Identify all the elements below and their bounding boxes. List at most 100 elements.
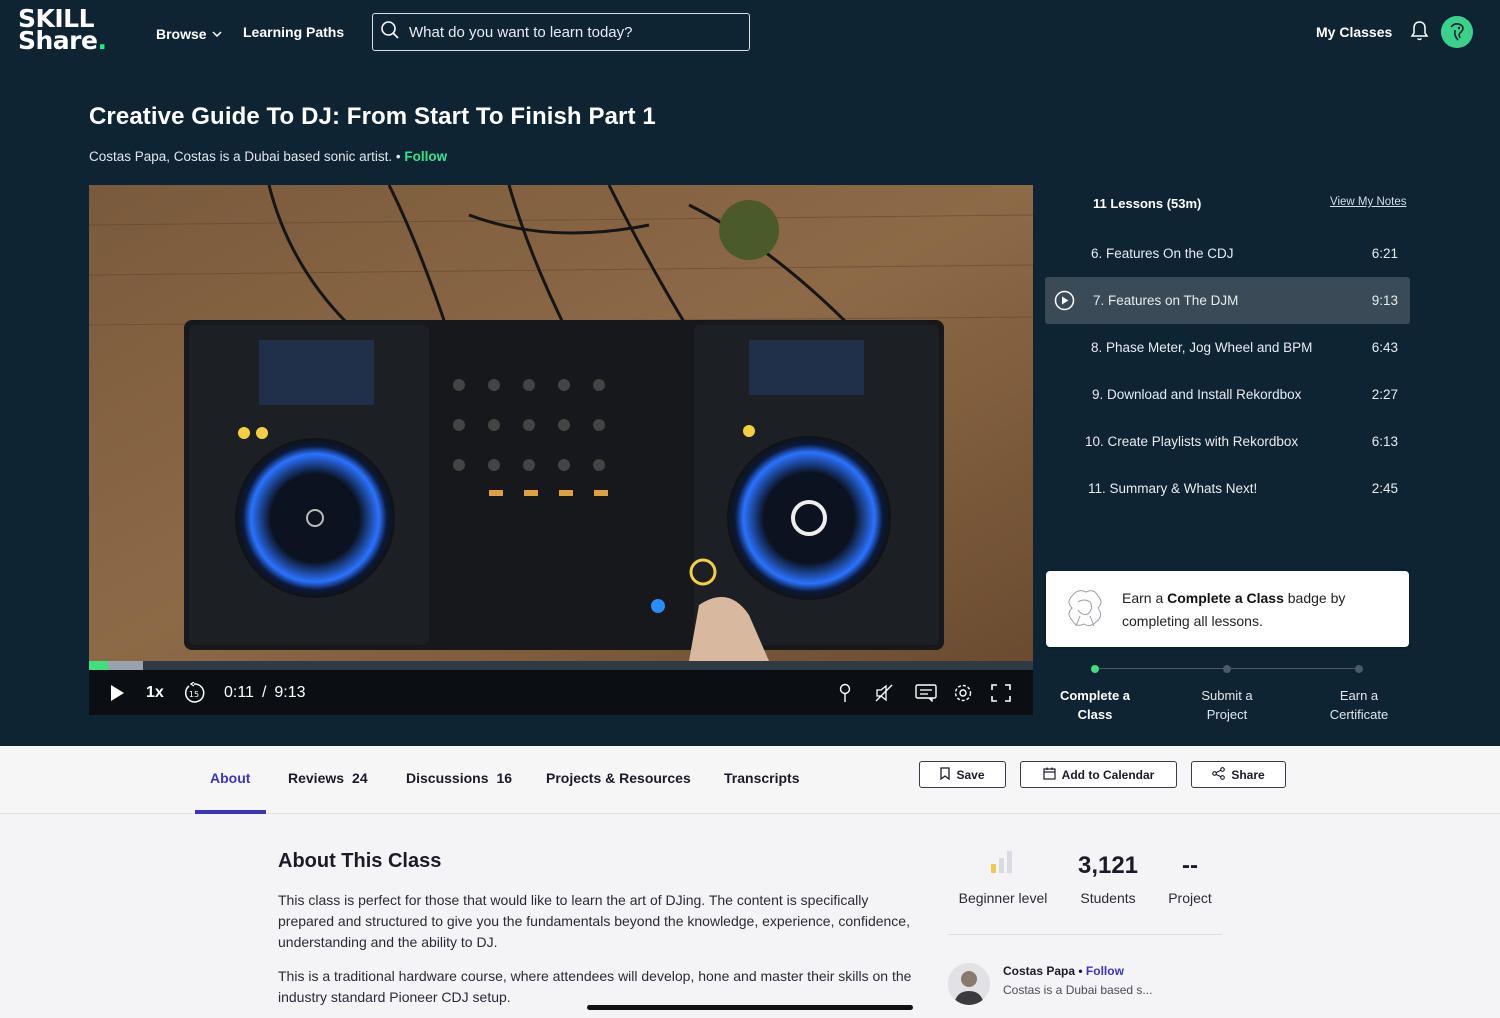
lesson-duration: 2:45 <box>1371 481 1398 496</box>
lesson-title: 6. Features On the CDJ <box>1091 246 1234 261</box>
step-line-2: Class <box>1077 707 1113 722</box>
lesson-title: 11. Summary & Whats Next! <box>1088 481 1258 496</box>
teacher-description: Costas is a Dubai based s... <box>1003 983 1153 997</box>
browse-menu[interactable]: Browse <box>156 24 222 42</box>
class-title: Creative Guide To DJ: From Start To Fini… <box>89 103 656 130</box>
project-label: Project <box>1168 890 1212 906</box>
settings-gear-icon[interactable] <box>953 670 973 715</box>
tab-discussions[interactable]: Discussions 16 <box>406 770 512 786</box>
lesson-item-active[interactable]: 7. Features on The DJM 9:13 <box>1045 277 1410 324</box>
teacher-name-row: Costas Papa • Follow <box>1003 964 1124 978</box>
play-circle-icon <box>1054 290 1075 314</box>
teacher-follow-link[interactable]: Follow <box>1086 964 1124 978</box>
rewind-15-icon[interactable]: 15 <box>183 670 205 715</box>
save-button[interactable]: Save <box>919 761 1006 788</box>
save-label: Save <box>956 767 985 782</box>
students-count: 3,121 <box>1077 852 1139 879</box>
my-classes-link[interactable]: My Classes <box>1316 24 1392 40</box>
tab-count: 16 <box>496 770 513 786</box>
lesson-duration: 2:27 <box>1371 387 1398 402</box>
badge-text-bold: Complete a Class <box>1167 590 1284 606</box>
fullscreen-icon[interactable] <box>991 670 1011 715</box>
share-button[interactable]: Share <box>1191 761 1286 788</box>
lesson-item[interactable]: 8. Phase Meter, Jog Wheel and BPM 6:43 <box>1045 324 1410 371</box>
lesson-duration: 6:13 <box>1371 434 1398 449</box>
active-tab-indicator <box>195 810 266 814</box>
share-label: Share <box>1231 767 1265 782</box>
step-earn-certificate: Earn a Certificate <box>1304 686 1414 724</box>
lesson-item[interactable]: 9. Download and Install Rekordbox 2:27 <box>1045 371 1410 418</box>
lesson-title: 8. Phase Meter, Jog Wheel and BPM <box>1091 340 1313 355</box>
play-icon[interactable] <box>109 670 125 715</box>
level-label: Beginner level <box>958 890 1048 906</box>
svg-text:15: 15 <box>189 690 199 699</box>
step-line-1: Earn a <box>1339 688 1379 703</box>
video-duration: 9:13 <box>274 683 306 701</box>
tab-projects-resources[interactable]: Projects & Resources <box>546 770 691 786</box>
share-icon <box>1212 766 1231 783</box>
badge-card: Earn a Complete a Class badge by complet… <box>1046 571 1409 647</box>
step-dot-project <box>1223 665 1231 673</box>
calendar-icon <box>1043 767 1062 783</box>
learning-paths-link[interactable]: Learning Paths <box>243 24 344 40</box>
step-line-1: Complete a <box>1059 688 1131 703</box>
step-line-1: Submit a <box>1201 688 1253 703</box>
teacher-byline: Costas Papa, Costas is a Dubai based son… <box>89 149 447 164</box>
lesson-item[interactable]: 11. Summary & Whats Next! 2:45 <box>1045 465 1410 512</box>
home-indicator <box>587 1005 913 1010</box>
view-my-notes-link[interactable]: View My Notes <box>1330 196 1406 208</box>
lesson-title: 7. Features on The DJM <box>1093 293 1239 308</box>
badge-icon <box>1064 586 1106 635</box>
chevron-down-icon <box>212 24 222 40</box>
video-frame[interactable] <box>89 185 1033 661</box>
lesson-duration: 6:43 <box>1371 340 1398 355</box>
lesson-duration: 9:13 <box>1371 293 1398 308</box>
teacher-name[interactable]: Costas Papa <box>1003 964 1075 978</box>
played-range <box>89 661 108 670</box>
class-hero: SKILL Share. Browse Learning Paths My Cl… <box>0 0 1500 746</box>
students-label: Students <box>1080 890 1136 906</box>
time-separator: / <box>261 683 267 701</box>
browse-label: Browse <box>156 26 207 42</box>
lesson-item[interactable]: 6. Features On the CDJ 6:21 <box>1045 230 1410 277</box>
about-paragraph-1: This class is perfect for those that wou… <box>278 892 910 950</box>
bell-icon[interactable] <box>1410 20 1429 47</box>
byline-text: Costas Papa, Costas is a Dubai based son… <box>89 149 393 164</box>
lessons-count-header: 11 Lessons (53m) <box>1093 196 1202 211</box>
video-progress-bar[interactable] <box>89 661 1033 670</box>
step-complete-class: Complete a Class <box>1040 686 1150 724</box>
add-to-calendar-button[interactable]: Add to Calendar <box>1020 761 1177 788</box>
tab-label: Reviews <box>288 770 345 786</box>
user-avatar[interactable] <box>1441 16 1473 48</box>
lesson-item[interactable]: 10. Create Playlists with Rekordbox 6:13 <box>1045 418 1410 465</box>
mute-icon[interactable] <box>874 670 894 715</box>
teacher-avatar[interactable] <box>948 963 990 1005</box>
pin-note-icon[interactable] <box>838 670 852 715</box>
tab-transcripts[interactable]: Transcripts <box>724 770 799 786</box>
skillshare-logo[interactable]: SKILL Share. <box>18 6 118 60</box>
byline-separator: • <box>395 149 401 164</box>
lesson-duration: 6:21 <box>1371 246 1398 261</box>
stats-divider <box>948 934 1222 935</box>
step-submit-project: Submit a Project <box>1172 686 1282 724</box>
lesson-title: 9. Download and Install Rekordbox <box>1092 387 1302 402</box>
step-line-2: Project <box>1206 707 1248 722</box>
captions-icon[interactable] <box>915 670 937 715</box>
badge-text-prefix: Earn a <box>1122 590 1168 606</box>
tab-count: 24 <box>352 770 368 786</box>
search-bar[interactable] <box>372 13 750 51</box>
playback-speed-button[interactable]: 1x <box>146 670 164 715</box>
video-player[interactable]: 1x 15 0:11 / 9:13 <box>89 185 1033 715</box>
level-bars-icon <box>990 850 1014 879</box>
follow-link[interactable]: Follow <box>404 149 447 164</box>
step-dot-certificate <box>1355 665 1363 673</box>
teacher-separator: • <box>1078 964 1083 978</box>
tab-about[interactable]: About <box>210 770 250 786</box>
current-time: 0:11 <box>224 683 254 701</box>
about-paragraph-2: This is a traditional hardware course, w… <box>278 968 912 1005</box>
tab-reviews[interactable]: Reviews 24 <box>288 770 368 786</box>
project-count: -- <box>1182 852 1198 879</box>
tab-label: Discussions <box>406 770 489 786</box>
search-input[interactable] <box>409 23 749 41</box>
lesson-title: 10. Create Playlists with Rekordbox <box>1085 434 1299 449</box>
